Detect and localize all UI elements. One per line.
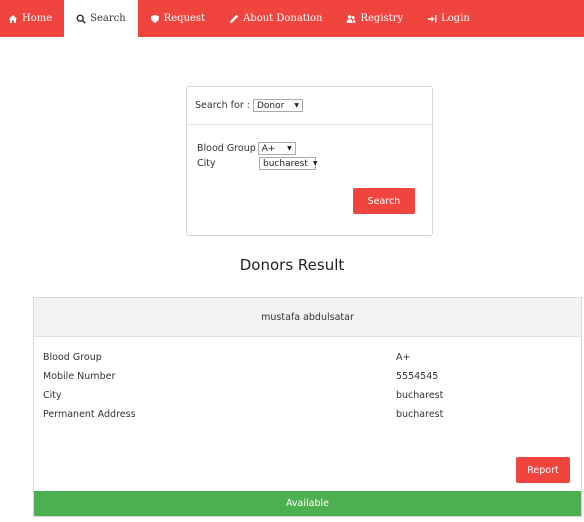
search-icon <box>76 13 86 24</box>
shield-icon <box>150 14 159 23</box>
city-field-value: bucharest <box>396 390 444 401</box>
home-icon <box>9 14 17 23</box>
permanent-address-field-value: bucharest <box>396 409 444 420</box>
mobile-number-field-value: 5554545 <box>396 371 439 382</box>
blood-group-field-value: A+ <box>396 352 411 363</box>
nav-registry[interactable]: Registry <box>334 0 415 37</box>
permanent-address-field-label: Permanent Address <box>43 409 136 420</box>
city-select[interactable]: bucharest ▼ <box>259 157 318 170</box>
nav-home[interactable]: Home <box>0 0 64 37</box>
city-label: City <box>197 158 216 169</box>
chevron-down-icon: ▼ <box>294 102 299 109</box>
blood-group-row: Blood Group A+ ▼ <box>197 142 296 155</box>
city-value: bucharest <box>263 158 308 169</box>
report-button[interactable]: Report <box>516 457 570 483</box>
login-icon <box>428 14 437 23</box>
blood-group-select[interactable]: A+ ▼ <box>257 142 296 155</box>
search-for-value: Donor <box>256 100 285 111</box>
mobile-number-field-label: Mobile Number <box>43 371 116 382</box>
nav-request-label: Request <box>163 13 206 24</box>
search-button[interactable]: Search <box>353 188 415 214</box>
donor-card: mustafa abdulsatar Blood Group A+ Mobile… <box>33 297 582 517</box>
pencil-icon <box>230 14 239 23</box>
nav-login-label: Login <box>441 13 470 24</box>
chevron-down-icon: ▼ <box>312 160 318 167</box>
search-form: Blood Group A+ ▼ City bucharest ▼ Search <box>187 125 432 235</box>
search-for-select[interactable]: Donor ▼ <box>252 99 303 112</box>
nav-search-label: Search <box>90 13 126 24</box>
blood-group-label: Blood Group <box>197 143 256 154</box>
search-panel: Search for : Donor ▼ Blood Group A+ ▼ Ci… <box>186 86 433 236</box>
nav-search[interactable]: Search <box>64 0 138 37</box>
chevron-down-icon: ▼ <box>287 145 292 152</box>
result-title: Donors Result <box>239 256 345 274</box>
search-for-row: Search for : Donor ▼ <box>187 87 432 125</box>
nav-registry-label: Registry <box>360 13 404 24</box>
top-navbar: Home Search Request About Donation Regis… <box>0 0 584 37</box>
users-icon <box>346 14 357 23</box>
blood-group-field-label: Blood Group <box>43 352 102 363</box>
donor-name: mustafa abdulsatar <box>34 298 581 337</box>
nav-home-label: Home <box>22 13 53 24</box>
city-row: City bucharest ▼ <box>197 157 318 170</box>
city-field-label: City <box>43 390 62 401</box>
blood-group-value: A+ <box>261 143 276 154</box>
nav-about-donation[interactable]: About Donation <box>217 0 334 37</box>
nav-about-donation-label: About Donation <box>243 13 323 24</box>
nav-request[interactable]: Request <box>138 0 217 37</box>
status-bar: Available <box>34 491 581 516</box>
nav-login[interactable]: Login <box>415 0 482 37</box>
search-for-label: Search for : <box>195 100 250 111</box>
